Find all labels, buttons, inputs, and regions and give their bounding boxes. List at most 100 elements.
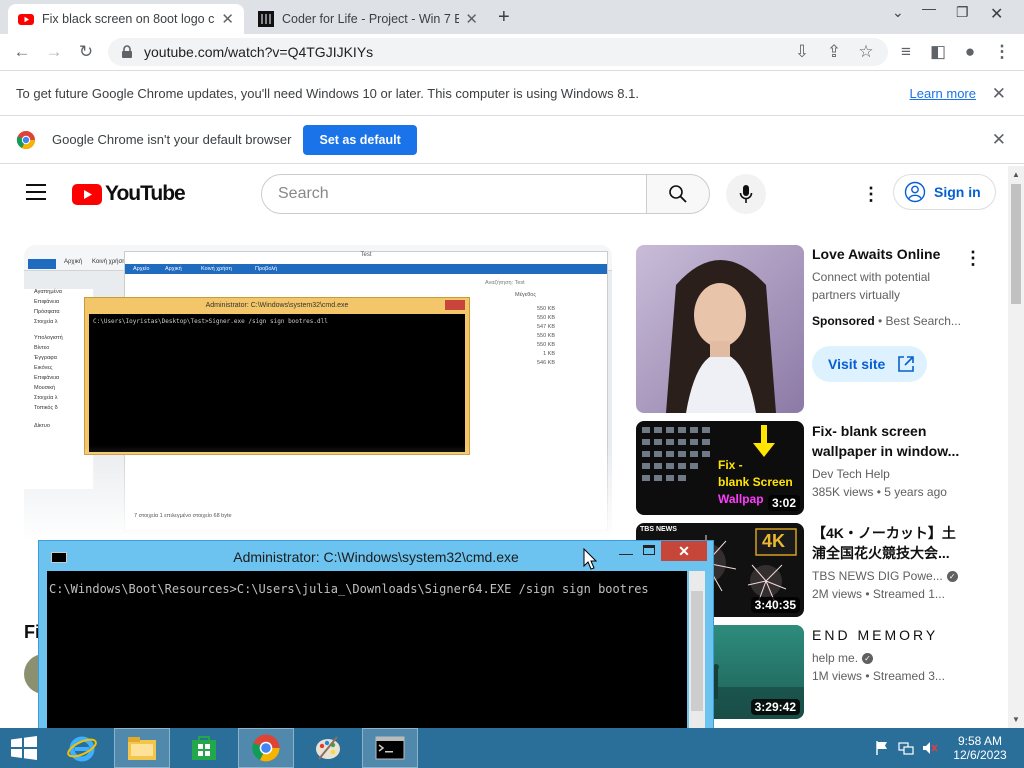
install-app-icon[interactable]: ⇩ [792,42,812,62]
nav-item: Επιφάνεια [34,375,60,381]
folder-icon [128,737,156,760]
voice-search-button[interactable] [726,174,766,214]
tab-coder-for-life[interactable]: Coder for Life - Project - Win 7 B ✕ [248,4,488,34]
chrome-logo-icon [16,130,35,149]
cmd-close-icon[interactable]: ✕ [661,541,707,561]
open-external-icon [898,356,915,372]
video-cmd-window: Administrator: C:\Windows\system32\cmd.e… [84,297,470,455]
settings-kebab-icon[interactable]: ⋮ [862,184,880,205]
bookmark-star-icon[interactable]: ☆ [856,42,876,62]
system-clock[interactable]: 9:58 AM 12/6/2023 [952,734,1008,762]
address-bar[interactable]: youtube.com/watch?v=Q4TGJIJKIYs [108,38,888,66]
side-panel-icon[interactable]: ◧ [928,42,948,62]
video-title[interactable]: END MEMORY [812,625,962,645]
windows-start-icon[interactable] [10,736,38,760]
nav-item: Υπολογιστή [34,335,63,341]
video-stats: 385K views • 5 years ago [812,485,947,499]
ad-meta: Sponsored • Best Search... [812,314,961,328]
size-column-header: Μέγεθος [515,292,537,298]
channel-name[interactable]: TBS NEWS DIG Powe... ✓ [812,569,962,583]
minimize-icon[interactable]: — [922,0,936,16]
ad-portrait-image [636,245,804,413]
youtube-logo[interactable]: YouTube [72,182,186,206]
file-explorer-button[interactable] [114,728,170,768]
cmd-maximize-icon[interactable] [643,545,655,555]
size-cell: 550 KB [536,342,555,348]
profile-icon[interactable]: ● [960,42,980,62]
tab-close-icon[interactable]: ✕ [465,10,478,28]
nav-item: Μουσική [34,385,56,391]
page-scrollbar[interactable]: ▲ ▼ [1008,166,1024,728]
video-duration: 3:02 [767,495,800,511]
guide-menu-icon[interactable] [26,184,46,200]
visit-site-button[interactable]: Visit site [812,346,928,382]
internet-explorer-button[interactable] [54,728,110,768]
ribbon-label: Αρχική [64,259,83,265]
sign-in-label: Sign in [934,184,981,200]
ad-title[interactable]: Love Awaits Online [812,246,940,262]
cmd-console-output[interactable]: C:\Windows\Boot\Resources>C:\Users\julia… [47,571,687,729]
tab-youtube[interactable]: Fix black screen on 8oot logo cha ✕ [8,4,244,34]
youtube-play-icon [72,183,102,205]
media-controls-icon[interactable]: ≡ [896,42,916,62]
scrollbar-thumb[interactable] [1011,184,1021,304]
tab-close-icon[interactable]: ✕ [221,10,234,28]
restore-icon[interactable]: ❐ [956,4,969,21]
share-icon[interactable]: ⇪ [824,42,844,62]
sign-in-button[interactable]: Sign in [893,174,996,210]
action-center-flag-icon[interactable] [874,740,890,756]
cmd-scrollbar-thumb[interactable] [691,591,703,711]
ad-menu-icon[interactable]: ⋮ [964,248,982,269]
channel-name[interactable]: Dev Tech Help [812,467,962,481]
cmd-taskbar-button[interactable] [362,728,418,768]
paint-button[interactable] [300,728,356,768]
scroll-down-icon[interactable]: ▼ [1012,715,1020,724]
channel-name[interactable]: help me. ✓ [812,651,962,665]
video-duration: 3:29:42 [750,699,800,715]
close-window-icon[interactable]: ✕ [990,4,1003,24]
ad-thumbnail[interactable] [636,245,804,413]
video-cmd-console: C:\Users\Ioyristas\Desktop\Test>Signer.e… [89,314,465,452]
video-title[interactable]: Fix- blank screen wallpaper in window... [812,421,962,461]
search-input[interactable]: Search [261,174,647,214]
new-tab-icon[interactable]: + [498,6,510,29]
nav-item: Στοιχεία λ [34,395,58,401]
forward-icon[interactable]: → [44,42,64,62]
size-cell: 550 KB [536,306,555,312]
cmd-scrollbar[interactable] [689,571,705,729]
url-text: youtube.com/watch?v=Q4TGJIJKIYs [144,44,374,60]
store-icon [192,736,216,760]
tab-search-chevron-icon[interactable]: ⌄ [892,4,904,21]
nav-item: Εικόνες [34,365,53,371]
thumb-text: Wallpap [718,492,764,506]
windows-store-button[interactable] [176,728,232,768]
learn-more-link[interactable]: Learn more [910,86,976,101]
cmd-window[interactable]: Administrator: C:\Windows\system32\cmd.e… [38,540,714,730]
nav-item: Δίκτυο [34,423,50,429]
recommended-video[interactable]: Fix - blank Screen Wallpap 3:02 Fix- bla… [636,421,1008,515]
scroll-up-icon[interactable]: ▲ [1012,170,1020,179]
reload-icon[interactable]: ↻ [76,42,96,62]
size-cell: 547 KB [536,324,555,330]
video-title[interactable]: 【4K・ノーカット】土浦全国花火競技大会... [812,523,962,563]
chrome-menu-icon[interactable]: ⋮ [992,42,1012,62]
close-infobar-icon[interactable]: ✕ [992,130,1006,150]
chrome-taskbar-button[interactable] [238,728,294,768]
explorer-search-hint: Αναζήτηση: Test [485,280,525,286]
volume-muted-icon[interactable] [922,740,938,756]
set-as-default-button[interactable]: Set as default [303,124,417,155]
network-icon[interactable] [898,740,914,756]
search-button[interactable] [646,174,710,214]
ribbon-home-label: Αρχική [165,266,182,272]
cmd-minimize-icon[interactable]: — [619,545,633,561]
update-message: To get future Google Chrome updates, you… [16,86,639,101]
file-tab [28,259,56,269]
youtube-favicon-icon [18,14,34,25]
back-icon[interactable]: ← [12,42,32,62]
video-thumbnail[interactable]: Fix - blank Screen Wallpap 3:02 [636,421,804,515]
size-cell: 550 KB [536,333,555,339]
video-stats: 2M views • Streamed 1... [812,587,945,601]
close-infobar-icon[interactable]: ✕ [992,84,1006,104]
clock-date: 12/6/2023 [953,748,1007,762]
video-duration: 3:40:35 [750,597,800,613]
